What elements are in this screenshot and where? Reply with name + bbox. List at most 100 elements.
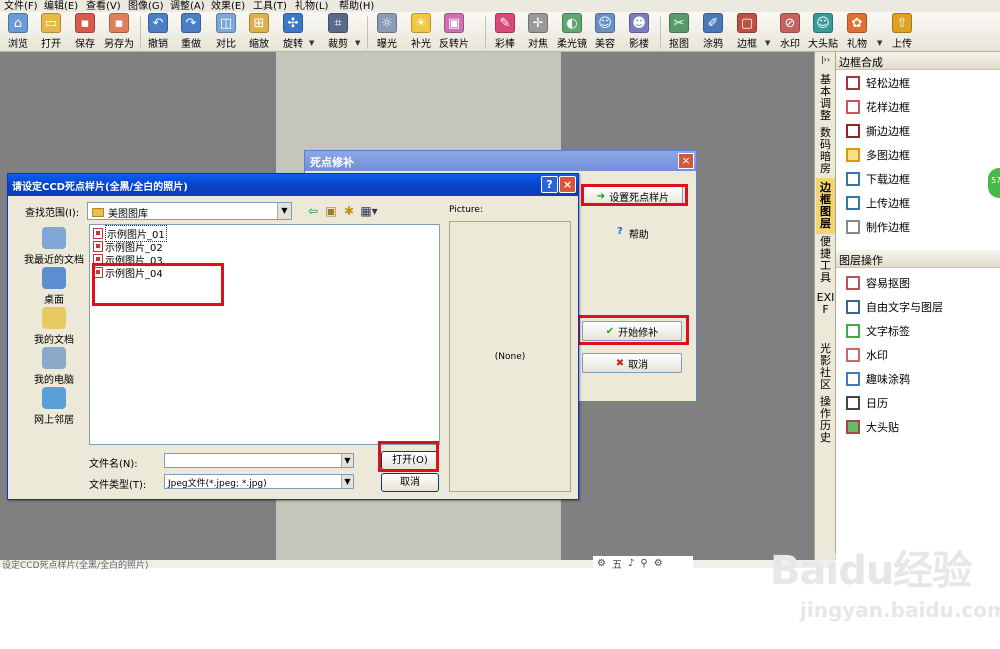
redo-icon: ↷ <box>181 13 201 33</box>
crop-dropdown-arrow[interactable]: ▼ <box>355 39 360 47</box>
back-icon[interactable]: ⇦ <box>305 203 321 219</box>
toolbar-zoom-button[interactable]: ⊞ 缩放 <box>248 13 270 51</box>
menu-adjust[interactable]: 调整(A) <box>170 0 205 12</box>
chevron-down-icon[interactable]: ▼ <box>341 475 353 488</box>
dialog-title: 请设定CCD死点样片(全黑/全白的照片) <box>8 174 578 196</box>
tab-frame-layer[interactable]: 边框图层 <box>816 178 835 234</box>
mini-note-icon[interactable]: ♪ <box>628 558 634 569</box>
layer-item[interactable]: 大头贴 <box>846 418 899 436</box>
layer-item[interactable]: 趣味涂鸦 <box>846 370 910 388</box>
mini-pin-icon[interactable]: ⚲ <box>640 558 647 569</box>
place-desktop[interactable]: 桌面 <box>19 267 89 306</box>
toolbar-save-button[interactable]: ▪ 保存 <box>74 13 96 51</box>
frame-item[interactable]: 制作边框 <box>846 218 910 236</box>
save-icon: ▪ <box>75 13 95 33</box>
cancel-button[interactable]: 取消 <box>381 473 439 492</box>
filename-input[interactable]: ▼ <box>164 453 354 468</box>
new-folder-icon[interactable]: ✱ <box>341 203 357 219</box>
toolbar-watermark-button[interactable]: ⊘ 水印 <box>779 13 801 51</box>
place-my-computer[interactable]: 我的电脑 <box>19 347 89 386</box>
toolbar-exposure-button[interactable]: ☼ 曝光 <box>376 13 398 51</box>
toolbar-frame-button[interactable]: ▢ 边框 <box>736 13 758 51</box>
layer-item[interactable]: 容易抠图 <box>846 274 910 292</box>
tab-operation-history[interactable]: 操作历史 <box>816 396 835 444</box>
place-my-documents[interactable]: 我的文档 <box>19 307 89 346</box>
menu-edit[interactable]: 编辑(E) <box>44 0 78 12</box>
menu-tools[interactable]: 工具(T) <box>253 0 287 12</box>
place-network[interactable]: 网上邻居 <box>19 387 89 426</box>
layer-item[interactable]: 自由文字与图层 <box>846 298 943 316</box>
frame-dropdown-arrow[interactable]: ▼ <box>765 39 770 47</box>
menu-file[interactable]: 文件(F) <box>4 0 38 12</box>
menu-image[interactable]: 图像(G) <box>128 0 164 12</box>
toolbar-rotate-button[interactable]: ✣ 旋转 <box>282 13 304 51</box>
tab-handy-tools[interactable]: 便捷工具 <box>816 236 835 284</box>
toolbar-separator <box>140 16 141 49</box>
vertical-tab-strip: |›› 基本调整 数码暗房 边框图层 便捷工具 EXIF 光影社区 操作历史 <box>814 52 835 560</box>
toolbar-soft-light-button[interactable]: ◐ 柔光镜 <box>557 13 587 51</box>
toolbar-cutout-button[interactable]: ✂ 抠图 <box>668 13 690 51</box>
mini-gear-icon[interactable]: ⚙ <box>597 558 606 569</box>
place-recent[interactable]: 我最近的文档 <box>19 227 89 266</box>
mini-settings-icon[interactable]: ⚙ <box>654 558 663 569</box>
close-icon[interactable]: × <box>678 153 694 169</box>
menu-effect[interactable]: 效果(E) <box>211 0 245 12</box>
frame-item[interactable]: 花样边框 <box>846 98 910 116</box>
help-icon[interactable]: ? <box>541 176 558 193</box>
rotate-dropdown-arrow[interactable]: ▼ <box>309 39 314 47</box>
toolbar-crop-button[interactable]: ⌗ 裁剪 <box>327 13 349 51</box>
up-folder-icon[interactable]: ▣ <box>323 203 339 219</box>
look-in-select[interactable]: 美图图库 ▼ <box>87 202 292 220</box>
toolbar-redo-button[interactable]: ↷ 重做 <box>180 13 202 51</box>
collapse-arrows-icon[interactable]: |›› <box>816 54 835 66</box>
toolbar-undo-button[interactable]: ↶ 撤销 <box>147 13 169 51</box>
tab-exif[interactable]: EXIF <box>816 292 835 316</box>
toolbar-upload-button[interactable]: ⇧ 上传 <box>891 13 913 51</box>
folder-icon <box>92 207 104 217</box>
frame-item[interactable]: 多图边框 <box>846 146 910 164</box>
filetype-select[interactable]: Jpeg文件(*.jpeg; *.jpg) ▼ <box>164 474 354 489</box>
section-frame-compose-header[interactable]: 边框合成 <box>836 52 1000 70</box>
menu-gift[interactable]: 礼物(L) <box>295 0 328 12</box>
menu-view[interactable]: 查看(V) <box>86 0 121 12</box>
layer-item[interactable]: 水印 <box>846 346 888 364</box>
toolbar-fill-light-button[interactable]: ☀ 补光 <box>410 13 432 51</box>
gift-dropdown-arrow[interactable]: ▼ <box>877 39 882 47</box>
toolbar-focus-button[interactable]: ✛ 对焦 <box>527 13 549 51</box>
frame-item[interactable]: 下载边框 <box>846 170 910 188</box>
menu-bar: 文件(F) 编辑(E) 查看(V) 图像(G) 调整(A) 效果(E) 工具(T… <box>0 0 1000 12</box>
toolbar-beauty-button[interactable]: ☺ 美容 <box>594 13 616 51</box>
mini-five-icon[interactable]: 五 <box>612 556 622 571</box>
view-menu-icon[interactable]: ▦▾ <box>359 203 379 219</box>
layer-item[interactable]: 日历 <box>846 394 888 412</box>
close-icon[interactable]: × <box>559 176 576 193</box>
floating-badge[interactable]: 57 <box>988 168 1000 198</box>
toolbar-studio-button[interactable]: ☻ 影楼 <box>628 13 650 51</box>
tab-light-community[interactable]: 光影社区 <box>816 343 835 391</box>
chevron-down-icon[interactable]: ▼ <box>277 203 291 219</box>
help-link[interactable]: ? 帮助 <box>617 226 649 241</box>
layer-item[interactable]: 文字标签 <box>846 322 910 340</box>
toolbar-doodle-button[interactable]: ✐ 涂鸦 <box>702 13 724 51</box>
tab-digital-darkroom[interactable]: 数码暗房 <box>816 127 835 175</box>
toolbar-photo-sticker-button[interactable]: ☺ 大头贴 <box>808 13 838 51</box>
section-layer-ops-header[interactable]: 图层操作 <box>836 250 1000 268</box>
chevron-down-icon[interactable]: ▼ <box>341 454 353 467</box>
frame-item[interactable]: 轻松边框 <box>846 74 910 92</box>
status-text: 设定CCD死点样片(全黑/全白的照片) <box>2 561 149 571</box>
toolbar-save-as-button[interactable]: ▪ 另存为 <box>104 13 134 51</box>
cancel-button[interactable]: ✖ 取消 <box>582 353 682 373</box>
toolbar-reversal-film-button[interactable]: ▣ 反转片 <box>439 13 469 51</box>
toolbar-compare-button[interactable]: ◫ 对比 <box>215 13 237 51</box>
frame-item[interactable]: 撕边边框 <box>846 122 910 140</box>
menu-help[interactable]: 帮助(H) <box>339 0 374 12</box>
toolbar-open-button[interactable]: ▭ 打开 <box>40 13 62 51</box>
mini-toolbar: ⚙ 五 ♪ ⚲ ⚙ <box>593 556 693 571</box>
toolbar-color-wand-button[interactable]: ✎ 彩棒 <box>494 13 516 51</box>
toolbar-browse-button[interactable]: ⌂ 浏览 <box>7 13 29 51</box>
tab-basic-adjust[interactable]: 基本调整 <box>816 74 835 122</box>
toolbar-gift-button[interactable]: ✿ 礼物 <box>846 13 868 51</box>
frame-item[interactable]: 上传边框 <box>846 194 910 212</box>
my-computer-icon <box>42 347 66 369</box>
download-frame-icon <box>846 172 860 186</box>
